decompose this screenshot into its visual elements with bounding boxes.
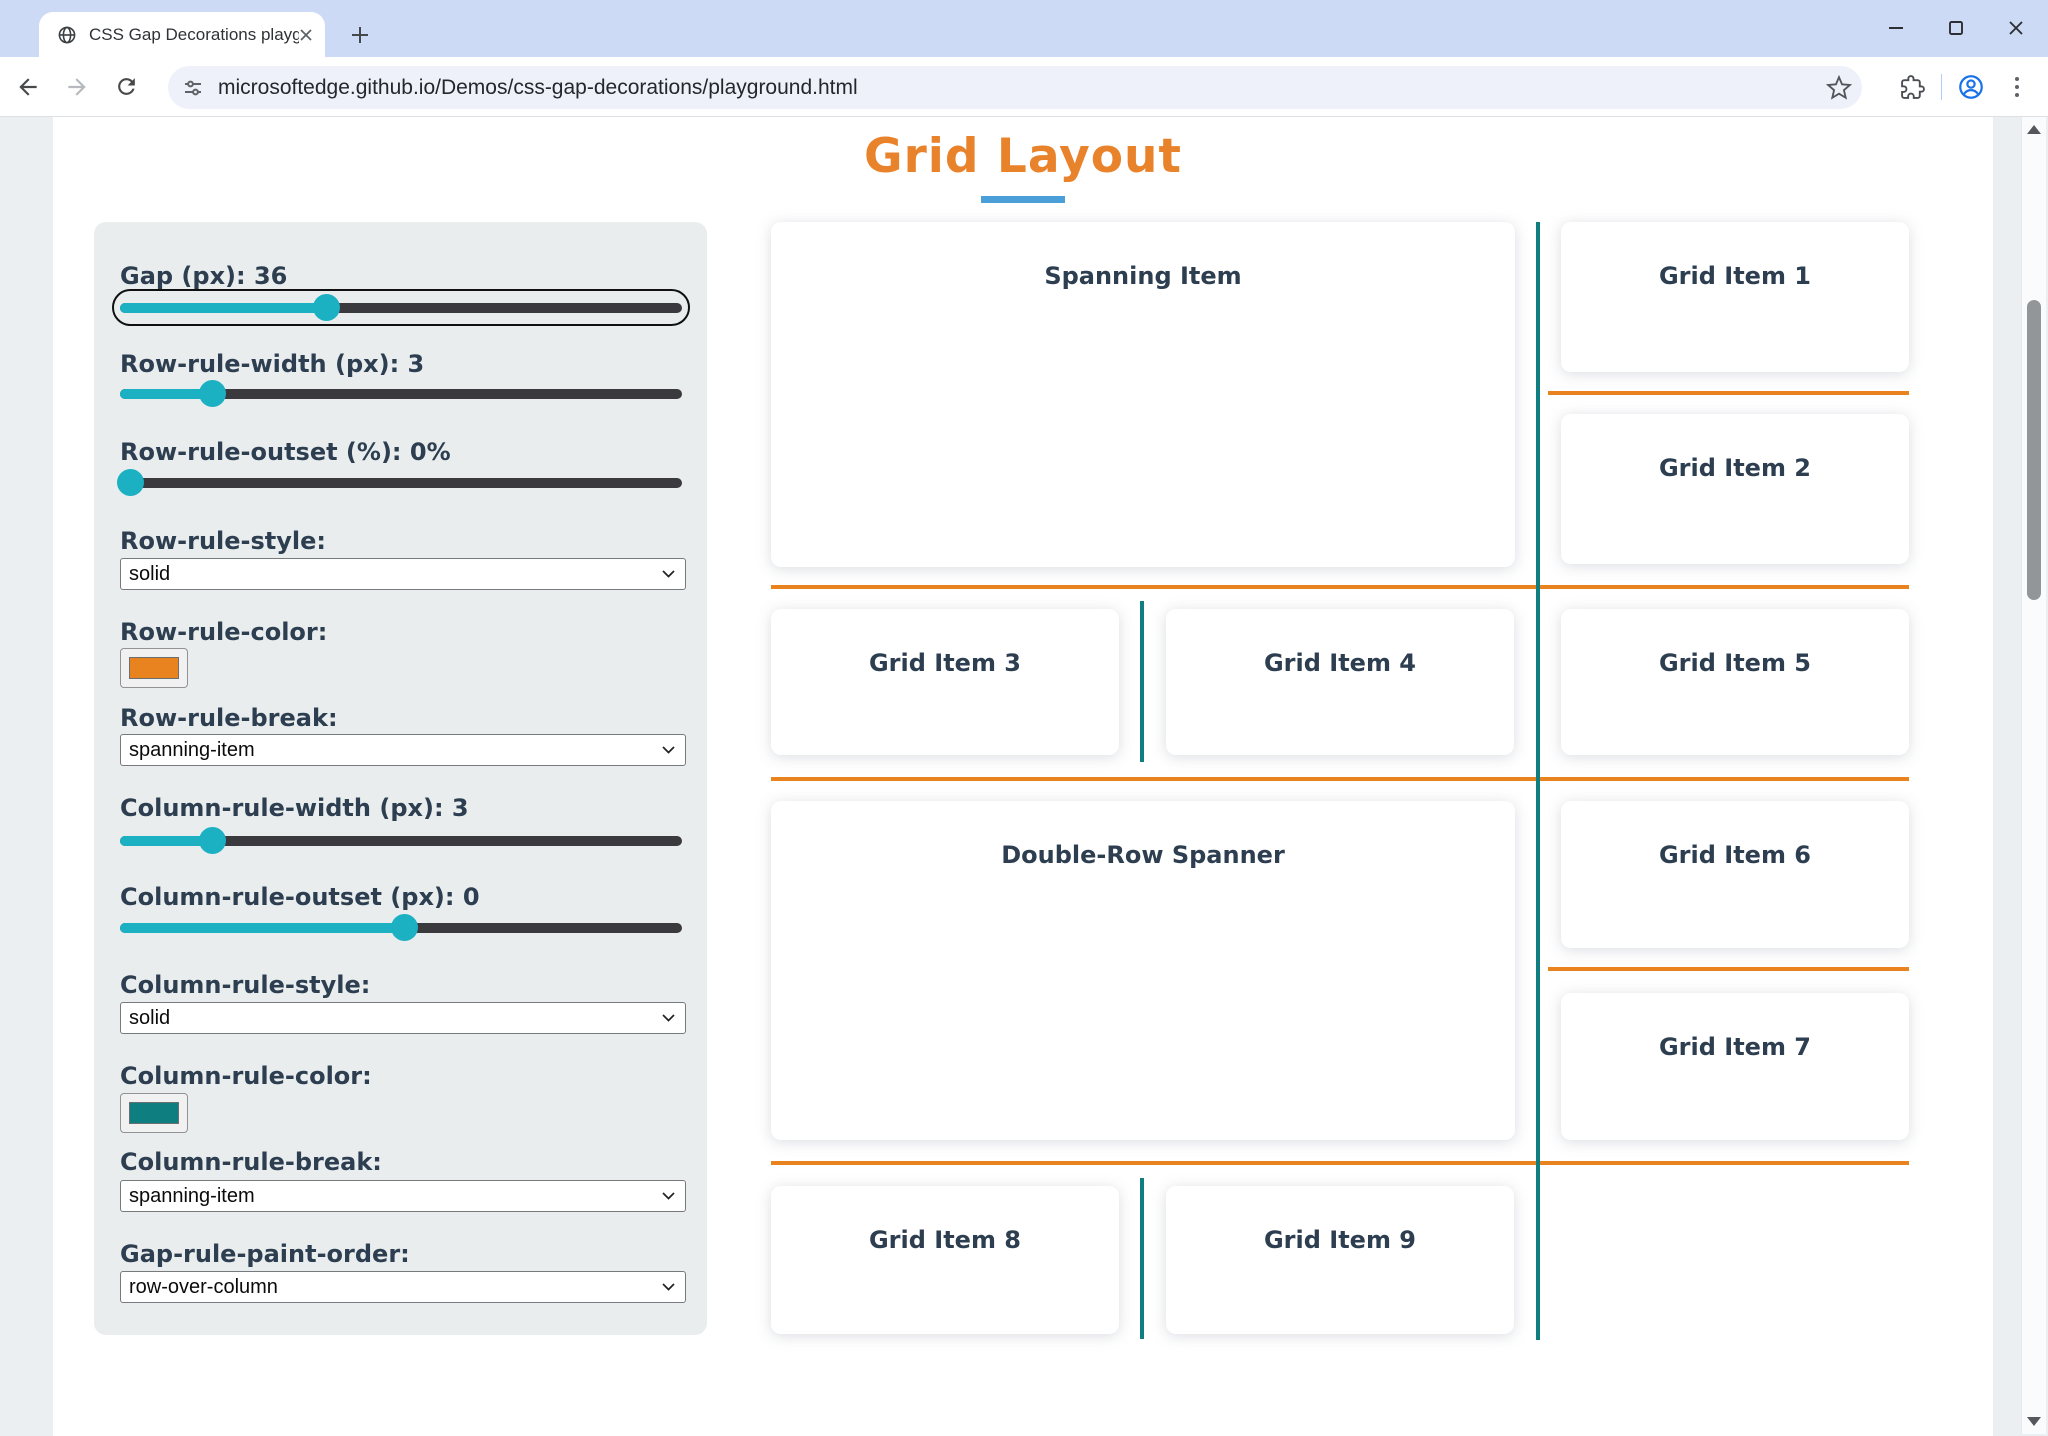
column-rule-color-label: Column-rule-color: xyxy=(120,1062,372,1090)
row-rule xyxy=(771,585,1909,589)
row-rule-outset-label: Row-rule-outset (%): 0% xyxy=(120,438,451,466)
globe-favicon-icon xyxy=(57,25,77,45)
url-text[interactable]: microsoftedge.github.io/Demos/css-gap-de… xyxy=(218,76,1826,100)
grid-item-4: Grid Item 4 xyxy=(1166,609,1514,755)
scroll-down-arrow-icon[interactable] xyxy=(2027,1417,2041,1426)
row-rule-break-label: Row-rule-break: xyxy=(120,704,338,732)
column-rule-break-select[interactable]: spanning-item xyxy=(120,1180,686,1212)
row-rule-width-slider[interactable] xyxy=(120,380,682,407)
chevron-down-icon xyxy=(662,1283,675,1291)
scroll-up-arrow-icon[interactable] xyxy=(2027,125,2041,134)
row-rule-color-label: Row-rule-color: xyxy=(120,618,327,646)
back-button[interactable] xyxy=(7,66,49,108)
column-rule-style-select[interactable]: solid xyxy=(120,1002,686,1034)
column-rule-width-label: Column-rule-width (px): 3 xyxy=(120,794,469,822)
scrollbar-thumb[interactable] xyxy=(2027,300,2041,600)
reload-button[interactable] xyxy=(105,66,147,108)
slider-thumb[interactable] xyxy=(117,469,144,496)
vertical-scrollbar[interactable] xyxy=(2021,117,2046,1434)
grid-item-6: Grid Item 6 xyxy=(1561,801,1909,948)
grid-spanning-item: Spanning Item xyxy=(771,222,1515,567)
address-bar[interactable]: microsoftedge.github.io/Demos/css-gap-de… xyxy=(168,66,1862,109)
bookmark-star-icon[interactable] xyxy=(1826,75,1852,101)
grid-item-5: Grid Item 5 xyxy=(1561,609,1909,755)
row-rule-width-label: Row-rule-width (px): 3 xyxy=(120,350,424,378)
column-rule-width-slider[interactable] xyxy=(120,827,682,854)
column-rule xyxy=(1536,222,1540,1340)
extensions-puzzle-icon[interactable] xyxy=(1889,64,1935,110)
window-controls xyxy=(1874,6,2038,50)
gap-rule-paint-order-label: Gap-rule-paint-order: xyxy=(120,1240,410,1268)
row-rule-style-label: Row-rule-style: xyxy=(120,527,326,555)
column-rule-color-picker[interactable] xyxy=(120,1093,188,1133)
title-underline xyxy=(981,196,1065,203)
column-rule xyxy=(1140,1178,1144,1339)
grid-double-row-spanner: Double-Row Spanner xyxy=(771,801,1515,1140)
row-rule xyxy=(1548,391,1909,395)
gap-rule-paint-order-select[interactable]: row-over-column xyxy=(120,1271,686,1303)
slider-thumb[interactable] xyxy=(313,294,340,321)
chevron-down-icon xyxy=(662,1014,675,1022)
slider-thumb[interactable] xyxy=(199,827,226,854)
column-rule-outset-slider[interactable] xyxy=(120,914,682,941)
grid-item-7: Grid Item 7 xyxy=(1561,993,1909,1140)
chevron-down-icon xyxy=(662,570,675,578)
chevron-down-icon xyxy=(662,1192,675,1200)
toolbar-separator xyxy=(1941,74,1942,100)
gap-slider[interactable] xyxy=(120,294,682,321)
gap-label: Gap (px): 36 xyxy=(120,262,287,290)
grid-item-2: Grid Item 2 xyxy=(1561,414,1909,564)
column-rule-break-label: Column-rule-break: xyxy=(120,1148,382,1176)
close-window-button[interactable] xyxy=(1994,6,2038,50)
new-tab-button[interactable] xyxy=(343,18,377,52)
slider-thumb[interactable] xyxy=(391,914,418,941)
row-rule-outset-slider[interactable] xyxy=(120,469,682,496)
minimize-button[interactable] xyxy=(1874,6,1918,50)
tab-close-icon[interactable] xyxy=(299,28,313,42)
row-rule xyxy=(771,777,1909,781)
grid-item-8: Grid Item 8 xyxy=(771,1186,1119,1334)
tab-strip: CSS Gap Decorations playgroun xyxy=(0,0,2048,57)
chevron-down-icon xyxy=(662,746,675,754)
row-rule-break-select[interactable]: spanning-item xyxy=(120,734,686,766)
maximize-button[interactable] xyxy=(1934,6,1978,50)
slider-thumb[interactable] xyxy=(199,380,226,407)
row-rule xyxy=(771,1161,1909,1165)
column-rule xyxy=(1140,601,1144,762)
row-rule-color-picker[interactable] xyxy=(120,648,188,688)
toolbar-right-cluster xyxy=(1889,62,2040,112)
browser-window: CSS Gap Decorations playgroun xyxy=(0,0,2048,1436)
grid-item-9: Grid Item 9 xyxy=(1166,1186,1514,1334)
row-rule-style-select[interactable]: solid xyxy=(120,558,686,590)
gap-slider-focus-ring xyxy=(112,289,690,326)
row-rule xyxy=(1548,967,1909,971)
page-title: Grid Layout xyxy=(53,129,1993,184)
browser-menu-kebab-icon[interactable] xyxy=(1994,64,2040,110)
column-rule-outset-label: Column-rule-outset (px): 0 xyxy=(120,883,480,911)
profile-avatar-icon[interactable] xyxy=(1948,64,1994,110)
forward-button[interactable] xyxy=(56,66,98,108)
grid-item-3: Grid Item 3 xyxy=(771,609,1119,755)
column-rule-style-label: Column-rule-style: xyxy=(120,971,370,999)
tab-title: CSS Gap Decorations playgroun xyxy=(89,25,299,45)
grid-item-1: Grid Item 1 xyxy=(1561,222,1909,372)
controls-panel: Gap (px): 36 Row-rule-width (px): 3 Row-… xyxy=(94,222,707,1335)
active-tab[interactable]: CSS Gap Decorations playgroun xyxy=(39,12,325,57)
site-info-icon[interactable] xyxy=(182,77,204,99)
